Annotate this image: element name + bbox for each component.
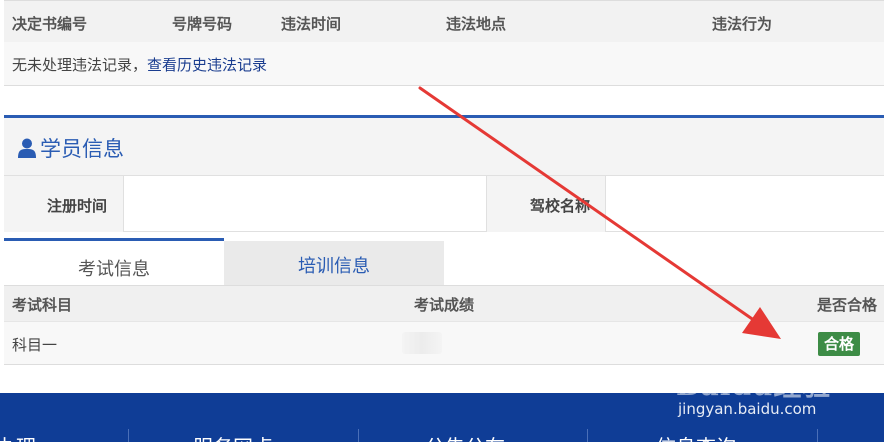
footer-divider [128, 429, 129, 442]
user-icon [18, 138, 36, 158]
violation-empty-row: 无未处理违法记录，查看历史违法记录 [4, 42, 884, 86]
exam-score-redacted [402, 332, 442, 354]
info-tabs: 考试信息 培训信息 [4, 238, 884, 285]
student-info-panel: 学员信息 [4, 115, 884, 175]
student-info-title: 学员信息 [40, 137, 124, 161]
footer-nav-item-info-query[interactable]: 信息查询 [656, 431, 736, 442]
violation-table-header: 决定书编号 号牌号码 违法时间 违法地点 违法行为 [4, 0, 884, 42]
header-exam-pass: 是否合格 [817, 296, 878, 314]
school-name-label: 驾校名称 [530, 197, 591, 215]
register-time-label: 注册时间 [47, 197, 108, 215]
pass-status-badge: 合格 [818, 332, 860, 356]
header-exam-subject: 考试科目 [12, 296, 73, 314]
header-violation-time: 违法时间 [281, 15, 342, 33]
footer-nav-item-announcements[interactable]: 公告公布 [425, 431, 505, 442]
baidu-jingyan-logo: Baidu经验 [676, 369, 832, 402]
footer-nav-item-service-points[interactable]: 服务网点 [193, 431, 273, 442]
header-exam-score: 考试成绩 [414, 296, 475, 314]
no-violation-text: 无未处理违法记录， [12, 56, 148, 74]
footer-divider [587, 429, 588, 442]
footer-nav-item-handle[interactable]: 办理 [0, 431, 36, 442]
student-info-row: 注册时间 驾校名称 [4, 175, 884, 232]
tab-exam-info[interactable]: 考试信息 [4, 238, 224, 285]
footer-divider [358, 429, 359, 442]
school-name-label-cell: 驾校名称 [486, 176, 606, 232]
baidu-watermark: Baidu经验 jingyan.baidu.com [676, 364, 832, 418]
header-violation-location: 违法地点 [446, 15, 507, 33]
header-violation-behavior: 违法行为 [712, 15, 773, 33]
history-violation-link[interactable]: 查看历史违法记录 [147, 56, 267, 74]
exam-subject: 科目一 [12, 336, 58, 354]
header-decision-number: 决定书编号 [12, 15, 88, 33]
footer-divider [817, 429, 818, 442]
header-plate-number: 号牌号码 [172, 15, 233, 33]
exam-table-header: 考试科目 考试成绩 是否合格 [4, 285, 884, 321]
watermark-url: jingyan.baidu.com [678, 400, 817, 418]
register-time-label-cell: 注册时间 [4, 176, 124, 232]
tab-training-info[interactable]: 培训信息 [224, 241, 444, 285]
table-row: 科目一 合格 [4, 321, 884, 365]
